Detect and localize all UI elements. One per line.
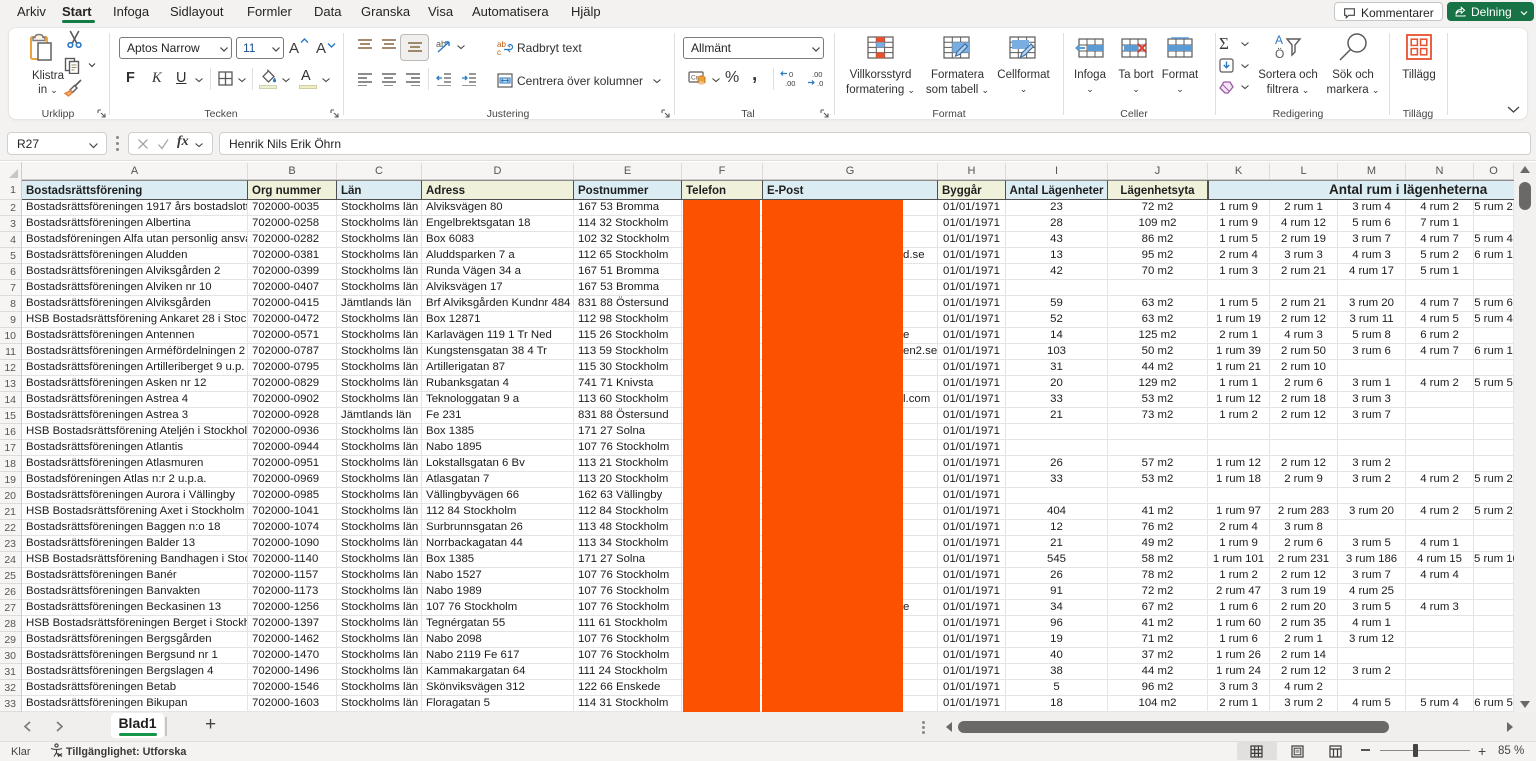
svg-text:0: 0 [789, 70, 793, 79]
svg-text:Cr: Cr [691, 75, 699, 82]
svg-text:c: c [497, 48, 501, 55]
svg-text:.00: .00 [785, 79, 795, 87]
svg-text:Ö: Ö [1275, 47, 1284, 61]
svg-text:A: A [1275, 33, 1283, 47]
svg-text:ab: ab [436, 39, 446, 49]
